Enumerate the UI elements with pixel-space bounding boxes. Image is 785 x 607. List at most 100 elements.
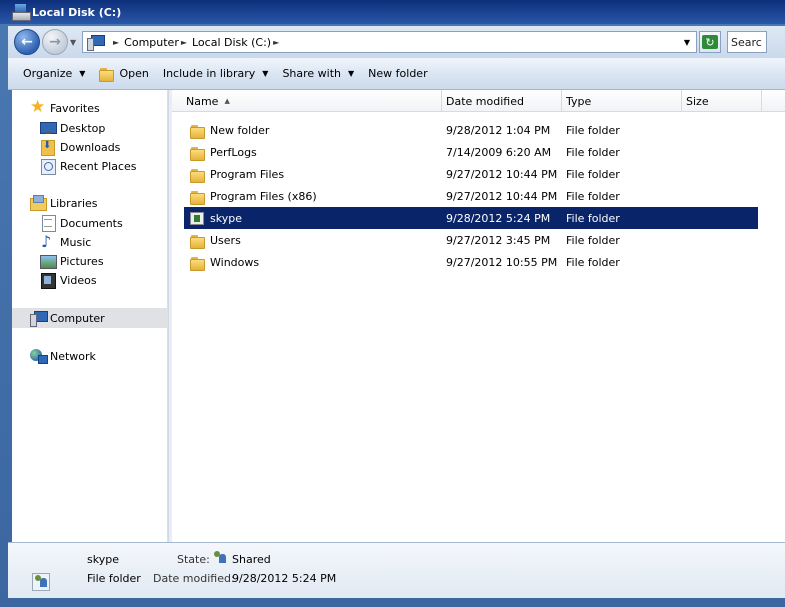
table-row-selected[interactable]: skype 9/28/2012 5:24 PM File folder — [184, 207, 758, 229]
forward-button[interactable]: → — [42, 29, 68, 55]
column-type[interactable]: Type — [562, 90, 682, 112]
desktop-icon — [40, 120, 57, 136]
nav-label: Downloads — [60, 140, 121, 154]
file-type: File folder — [566, 167, 620, 181]
column-date-label: Date modified — [446, 94, 524, 108]
file-type: File folder — [566, 189, 620, 203]
file-name: skype — [210, 211, 242, 225]
folder-icon — [190, 168, 205, 183]
organize-button[interactable]: Organize ▼ — [16, 62, 92, 86]
file-name: PerfLogs — [210, 145, 257, 159]
nav-label: Libraries — [50, 196, 98, 210]
nav-item-music[interactable]: Music — [12, 232, 168, 252]
nav-label: Documents — [60, 216, 123, 230]
column-size[interactable]: Size — [682, 90, 762, 112]
include-in-library-button[interactable]: Include in library ▼ — [156, 62, 276, 86]
file-date: 9/27/2012 10:55 PM — [446, 255, 558, 269]
breadcrumb-local-disk[interactable]: Local Disk (C:) — [192, 36, 271, 49]
column-name[interactable]: Name ▲ — [182, 90, 442, 112]
nav-item-libraries[interactable]: Libraries — [12, 193, 168, 213]
address-history-dropdown[interactable]: ▼ — [684, 38, 690, 47]
nav-label: Pictures — [60, 254, 104, 268]
nav-item-recent-places[interactable]: Recent Places — [12, 156, 168, 176]
address-bar: ← → ▼ ► Computer ► Local Disk (C:) ► ▼ ↻… — [8, 26, 785, 58]
file-type: File folder — [566, 145, 620, 159]
videos-icon — [40, 272, 56, 289]
folder-icon — [190, 146, 205, 161]
nav-item-documents[interactable]: Documents — [12, 213, 168, 233]
share-with-button[interactable]: Share with ▼ — [275, 62, 361, 86]
open-label: Open — [119, 67, 149, 80]
nav-item-downloads[interactable]: Downloads — [12, 137, 168, 157]
chevron-right-icon[interactable]: ► — [181, 38, 187, 47]
documents-icon — [40, 215, 56, 232]
file-name: New folder — [210, 123, 270, 137]
nav-label: Recent Places — [60, 159, 137, 173]
details-name: skype — [87, 553, 119, 566]
users-icon — [212, 550, 228, 564]
table-row[interactable]: Program Files (x86) 9/27/2012 10:44 PM F… — [184, 185, 758, 207]
table-row[interactable]: Program Files 9/27/2012 10:44 PM File fo… — [184, 163, 758, 185]
file-date: 9/27/2012 10:44 PM — [446, 167, 558, 181]
navigation-pane: Favorites Desktop Downloads Recent Place… — [12, 90, 168, 542]
file-name: Program Files (x86) — [210, 189, 317, 203]
music-icon — [40, 232, 56, 251]
folder-icon — [190, 124, 205, 139]
window-title: Local Disk (C:) — [32, 5, 122, 19]
folder-icon — [190, 234, 205, 249]
skype-folder-icon — [190, 211, 204, 225]
chevron-right-icon[interactable]: ► — [113, 38, 119, 47]
open-button[interactable]: Open — [92, 62, 155, 86]
file-date: 9/27/2012 3:45 PM — [446, 233, 551, 247]
nav-item-favorites[interactable]: Favorites — [12, 97, 168, 118]
file-type: File folder — [566, 255, 620, 269]
file-name: Program Files — [210, 167, 285, 181]
breadcrumb[interactable]: ► Computer ► Local Disk (C:) ► ▼ — [82, 31, 697, 53]
details-date-value: 9/28/2012 5:24 PM — [232, 572, 337, 585]
file-type: File folder — [566, 233, 620, 247]
column-date-modified[interactable]: Date modified — [442, 90, 562, 112]
new-folder-label: New folder — [368, 67, 428, 80]
table-row[interactable]: Windows 9/27/2012 10:55 PM File folder — [184, 251, 758, 273]
column-type-label: Type — [566, 94, 592, 108]
recent-pages-dropdown[interactable]: ▼ — [70, 38, 80, 47]
new-folder-button[interactable]: New folder — [361, 62, 434, 86]
drive-icon — [12, 4, 31, 21]
details-kind: File folder — [87, 572, 141, 585]
table-row[interactable]: Users 9/27/2012 3:45 PM File folder — [184, 229, 758, 251]
star-icon — [30, 97, 46, 117]
recent-places-icon — [40, 158, 56, 175]
libraries-icon — [30, 195, 47, 211]
file-date: 9/28/2012 1:04 PM — [446, 123, 551, 137]
file-name: Windows — [210, 255, 260, 269]
file-date: 9/27/2012 10:44 PM — [446, 189, 558, 203]
pictures-icon — [40, 253, 57, 269]
file-name: Users — [210, 233, 241, 247]
refresh-button[interactable]: ↻ — [699, 31, 721, 53]
back-button[interactable]: ← — [14, 29, 40, 55]
refresh-icon: ↻ — [702, 35, 718, 49]
downloads-icon — [40, 139, 56, 156]
nav-label: Videos — [60, 273, 97, 287]
chevron-right-icon[interactable]: ► — [273, 38, 279, 47]
nav-label: Computer — [50, 311, 105, 325]
nav-label: Network — [50, 349, 96, 363]
nav-item-desktop[interactable]: Desktop — [12, 118, 168, 138]
window-frame-bottom — [0, 598, 785, 607]
nav-item-network[interactable]: Network — [12, 346, 168, 366]
chevron-down-icon: ▼ — [348, 69, 355, 78]
file-type: File folder — [566, 123, 620, 137]
nav-item-pictures[interactable]: Pictures — [12, 251, 168, 271]
details-date-label: Date modified: — [153, 572, 235, 585]
nav-label: Favorites — [50, 101, 100, 115]
nav-item-videos[interactable]: Videos — [12, 270, 168, 290]
shared-folder-icon — [32, 573, 50, 591]
command-bar: Organize ▼ Open Include in library ▼ Sha… — [8, 58, 785, 90]
nav-item-computer[interactable]: Computer — [12, 308, 168, 328]
breadcrumb-computer[interactable]: Computer — [124, 36, 179, 49]
search-input[interactable]: Searc — [727, 31, 767, 53]
column-name-label: Name — [186, 94, 219, 108]
table-row[interactable]: New folder 9/28/2012 1:04 PM File folder — [184, 119, 758, 141]
table-row[interactable]: PerfLogs 7/14/2009 6:20 AM File folder — [184, 141, 758, 163]
column-size-label: Size — [686, 94, 709, 108]
